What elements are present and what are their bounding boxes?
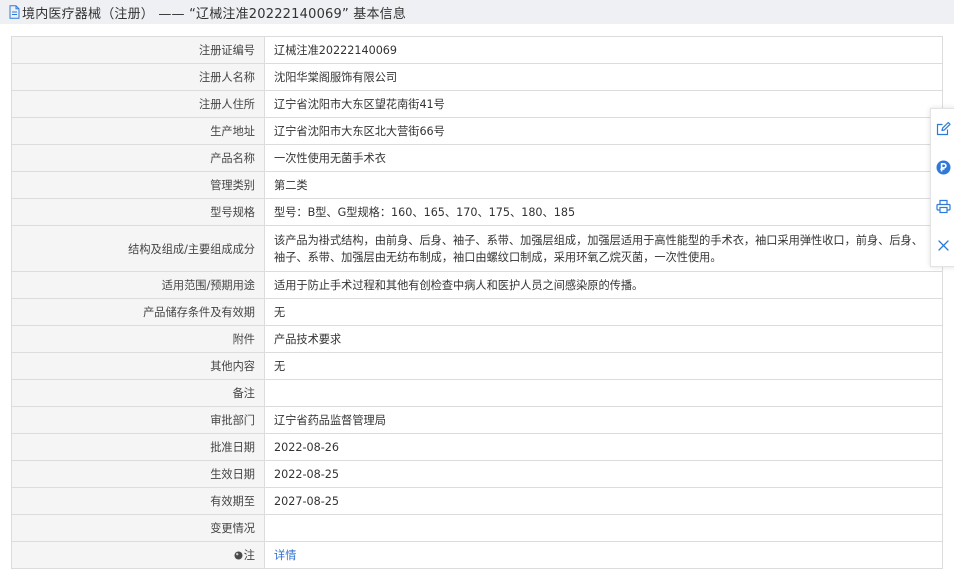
row-registration-number: 注册证编号 辽械注准20222140069 — [12, 37, 943, 64]
row-approval-department: 审批部门 辽宁省药品监督管理局 — [12, 407, 943, 434]
field-value: 2022-08-26 — [265, 434, 943, 460]
field-label: 生效日期 — [12, 461, 265, 487]
field-label: 产品储存条件及有效期 — [12, 299, 265, 325]
field-label: 其他内容 — [12, 353, 265, 379]
field-value: 无 — [265, 299, 943, 325]
edit-icon[interactable] — [936, 121, 951, 136]
close-button[interactable] — [931, 226, 954, 265]
field-label: 批准日期 — [12, 434, 265, 460]
side-toolbar — [930, 108, 954, 267]
field-value: 2027-08-25 — [265, 488, 943, 514]
field-label: 变更情况 — [12, 515, 265, 541]
bullet-icon — [234, 551, 243, 560]
field-value: 辽械注准20222140069 — [265, 37, 943, 63]
field-label: 注册人名称 — [12, 64, 265, 90]
field-value: 辽宁省沈阳市大东区望花南街41号 — [265, 91, 943, 117]
row-management-category: 管理类别 第二类 — [12, 172, 943, 199]
row-intended-use: 适用范围/预期用途 适用于防止手术过程和其他有创检查中病人和医护人员之间感染原的… — [12, 272, 943, 299]
row-note: 注 详情 — [12, 542, 943, 569]
field-label: 审批部门 — [12, 407, 265, 433]
page-header: 境内医疗器械（注册） —— “辽械注准20222140069” 基本信息 — [0, 0, 954, 24]
field-label: 型号规格 — [12, 199, 265, 225]
field-label: 注册证编号 — [12, 37, 265, 63]
row-storage-validity: 产品储存条件及有效期 无 — [12, 299, 943, 326]
field-value: 辽宁省沈阳市大东区北大营街66号 — [265, 118, 943, 144]
field-value: 型号：B型、G型规格：160、165、170、175、180、185 — [265, 199, 943, 225]
field-value: 无 — [265, 353, 943, 379]
registration-info-table: 注册证编号 辽械注准20222140069 注册人名称 沈阳华棠阁服饰有限公司 … — [11, 36, 943, 569]
field-value: 第二类 — [265, 172, 943, 198]
details-link[interactable]: 详情 — [274, 547, 296, 564]
field-label: 适用范围/预期用途 — [12, 272, 265, 298]
edit-button[interactable] — [931, 109, 954, 148]
field-label: 附件 — [12, 326, 265, 352]
row-product-name: 产品名称 一次性使用无菌手术衣 — [12, 145, 943, 172]
field-value: 一次性使用无菌手术衣 — [265, 145, 943, 171]
row-remarks: 备注 — [12, 380, 943, 407]
field-value: 辽宁省药品监督管理局 — [265, 407, 943, 433]
row-production-address: 生产地址 辽宁省沈阳市大东区北大营街66号 — [12, 118, 943, 145]
row-approval-date: 批准日期 2022-08-26 — [12, 434, 943, 461]
field-label: 有效期至 — [12, 488, 265, 514]
field-value — [265, 515, 943, 541]
p-badge-button[interactable] — [931, 148, 954, 187]
field-value: 2022-08-25 — [265, 461, 943, 487]
row-registrant-name: 注册人名称 沈阳华棠阁服饰有限公司 — [12, 64, 943, 91]
field-value: 该产品为褂式结构，由前身、后身、袖子、系带、加强层组成，加强层适用于高性能型的手… — [265, 226, 943, 271]
field-label: 注册人住所 — [12, 91, 265, 117]
printer-icon[interactable] — [936, 199, 951, 214]
field-label: 管理类别 — [12, 172, 265, 198]
field-label: 注 — [243, 549, 255, 562]
field-value-container: 详情 — [265, 542, 943, 568]
page-title: 境内医疗器械（注册） —— “辽械注准20222140069” 基本信息 — [22, 6, 407, 22]
p-badge-icon[interactable] — [936, 160, 951, 175]
row-expiry-date: 有效期至 2027-08-25 — [12, 488, 943, 515]
field-label-container: 注 — [12, 542, 265, 568]
row-model-spec: 型号规格 型号：B型、G型规格：160、165、170、175、180、185 — [12, 199, 943, 226]
field-value: 沈阳华棠阁服饰有限公司 — [265, 64, 943, 90]
row-other-content: 其他内容 无 — [12, 353, 943, 380]
field-label: 产品名称 — [12, 145, 265, 171]
row-effective-date: 生效日期 2022-08-25 — [12, 461, 943, 488]
row-registrant-address: 注册人住所 辽宁省沈阳市大东区望花南街41号 — [12, 91, 943, 118]
document-icon — [9, 5, 20, 19]
field-value — [265, 380, 943, 406]
field-value: 产品技术要求 — [265, 326, 943, 352]
close-icon[interactable] — [936, 238, 951, 253]
field-label: 备注 — [12, 380, 265, 406]
field-label: 结构及组成/主要组成成分 — [12, 226, 265, 271]
field-value: 适用于防止手术过程和其他有创检查中病人和医护人员之间感染原的传播。 — [265, 272, 943, 298]
print-button[interactable] — [931, 187, 954, 226]
row-change-status: 变更情况 — [12, 515, 943, 542]
row-structure-composition: 结构及组成/主要组成成分 该产品为褂式结构，由前身、后身、袖子、系带、加强层组成… — [12, 226, 943, 272]
field-label: 生产地址 — [12, 118, 265, 144]
row-attachments: 附件 产品技术要求 — [12, 326, 943, 353]
